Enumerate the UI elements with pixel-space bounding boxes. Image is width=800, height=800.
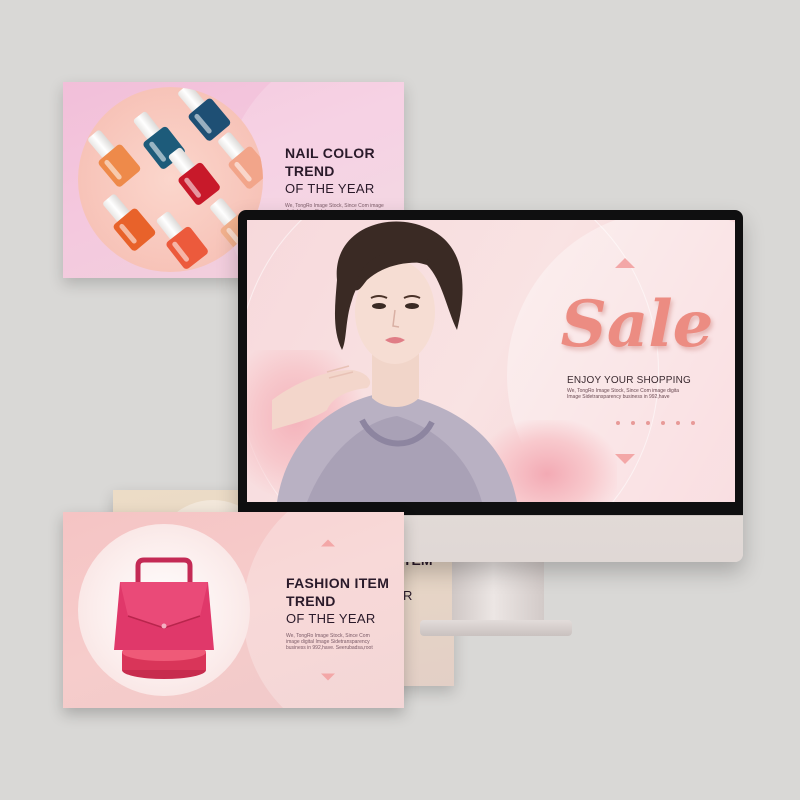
nail-polish-bottle: [162, 142, 224, 209]
fine-line3: business in 992,have. Seerubadsa,root: [286, 645, 373, 651]
banner-title-line2: TREND: [285, 163, 335, 179]
fashion-banner-text: FASHION ITEM TREND OF THE YEAR We, TongR…: [286, 574, 396, 651]
banner-title-line1: NAIL COLOR: [285, 145, 375, 161]
indicator-dot: [691, 421, 695, 425]
model-photo: [272, 221, 517, 502]
sale-subtitle: ENJOY YOUR SHOPPING: [567, 375, 692, 386]
banner-subtitle: OF THE YEAR: [286, 611, 376, 626]
handbag-icon: [114, 557, 214, 679]
banner-title-line2: TREND: [286, 593, 336, 609]
indicator-dot: [616, 421, 620, 425]
monitor-stand-base: [420, 620, 572, 636]
indicator-dot: [661, 421, 665, 425]
nail-polish-photo: [78, 87, 263, 272]
indicator-dot: [631, 421, 635, 425]
nail-polish-bottle: [150, 206, 212, 272]
triangle-down-icon: [615, 454, 635, 464]
nail-polish-bottle: [97, 189, 160, 256]
slide-indicator-dots: [616, 412, 706, 430]
indicator-dot: [676, 421, 680, 425]
indicator-dot: [646, 421, 650, 425]
sale-fine-line2: Image Sidetransparency business in 992,h…: [567, 394, 670, 400]
banner-title-line1: FASHION ITEM: [286, 575, 390, 591]
handbag-photo: [78, 524, 250, 696]
triangle-down-icon: [321, 673, 335, 681]
triangle-up-icon: [321, 539, 335, 547]
banner-subtitle: OF THE YEAR: [285, 181, 375, 196]
triangle-up-icon: [615, 258, 635, 268]
monitor-stand-neck: [452, 560, 544, 628]
banner-fine-print: We, TongRo Image Stock, Since Com image …: [286, 633, 396, 651]
partial-title-line2: R: [403, 588, 413, 603]
fashion-item-banner: FASHION ITEM TREND OF THE YEAR We, TongR…: [63, 512, 404, 708]
monitor-screen: Sale ENJOY YOUR SHOPPING We, TongRo Imag…: [247, 220, 735, 502]
sale-fine-print: We, TongRo Image Stock, Since Com image …: [567, 388, 717, 400]
sale-title: Sale: [560, 287, 714, 362]
